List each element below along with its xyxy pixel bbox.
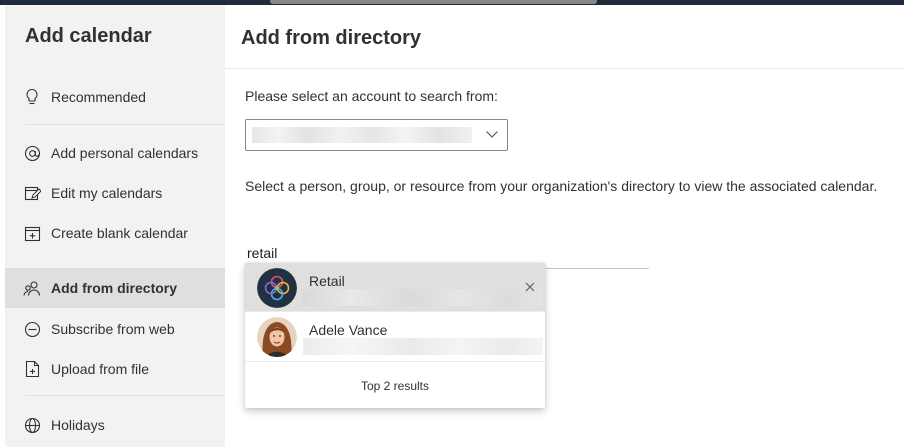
result-item-adele-vance[interactable]: Adele Vance	[245, 312, 545, 360]
sidebar-item-add-personal-calendars[interactable]: Add personal calendars	[5, 133, 225, 173]
divider	[25, 395, 233, 396]
sidebar-item-edit-my-calendars[interactable]: Edit my calendars	[5, 173, 225, 213]
people-icon	[23, 279, 41, 297]
group-avatar	[257, 268, 297, 308]
sidebar: Add calendar Recommended Add personal ca…	[5, 5, 233, 447]
sidebar-item-label: Subscribe from web	[51, 321, 175, 337]
sidebar-item-label: Upload from file	[51, 361, 150, 377]
results-count: Top 2 results	[360, 379, 430, 393]
directory-description: Select a person, group, or resource from…	[245, 178, 878, 194]
sidebar-item-holidays[interactable]: Holidays	[5, 405, 225, 445]
page-title: Add from directory	[241, 27, 422, 49]
search-results-dropdown: Retail Adele Vance Top 2 results	[245, 263, 545, 408]
result-name: Retail	[309, 273, 345, 289]
sidebar-item-create-blank-calendar[interactable]: Create blank calendar	[5, 213, 225, 253]
redacted-account-value	[252, 127, 472, 143]
chevron-down-icon	[485, 127, 499, 146]
sidebar-item-label: Holidays	[51, 417, 105, 433]
top-bar-segment	[270, 0, 597, 4]
result-divider	[245, 361, 545, 362]
sidebar-item-add-from-directory[interactable]: Add from directory	[5, 268, 225, 308]
account-select[interactable]	[245, 119, 508, 151]
redacted-result-detail	[303, 338, 543, 355]
lightbulb-icon	[23, 88, 41, 106]
globe-icon	[23, 416, 41, 434]
sidebar-item-recommended[interactable]: Recommended	[5, 77, 225, 117]
link-circle-icon	[23, 320, 41, 338]
sidebar-item-label: Add personal calendars	[51, 145, 199, 161]
sidebar-item-subscribe-from-web[interactable]: Subscribe from web	[5, 309, 225, 349]
file-upload-icon	[23, 360, 41, 378]
divider	[25, 124, 233, 125]
sidebar-item-label: Edit my calendars	[51, 185, 163, 201]
account-prompt: Please select an account to search from:	[245, 88, 498, 104]
header-divider	[225, 68, 904, 69]
sidebar-item-label: Add from directory	[51, 280, 178, 296]
redacted-result-detail	[303, 289, 543, 306]
edit-icon	[23, 184, 41, 202]
close-icon[interactable]	[523, 280, 537, 294]
avatar	[257, 317, 297, 357]
calendar-add-icon	[23, 224, 41, 242]
sidebar-item-label: Recommended	[51, 89, 146, 105]
result-name: Adele Vance	[309, 322, 388, 338]
sidebar-item-upload-from-file[interactable]: Upload from file	[5, 349, 225, 389]
at-icon	[23, 144, 41, 162]
result-item-retail[interactable]: Retail	[245, 263, 545, 311]
main-panel: Add from directory Please select an acco…	[225, 5, 904, 447]
sidebar-title: Add calendar	[25, 25, 152, 47]
sidebar-item-label: Create blank calendar	[51, 225, 188, 241]
